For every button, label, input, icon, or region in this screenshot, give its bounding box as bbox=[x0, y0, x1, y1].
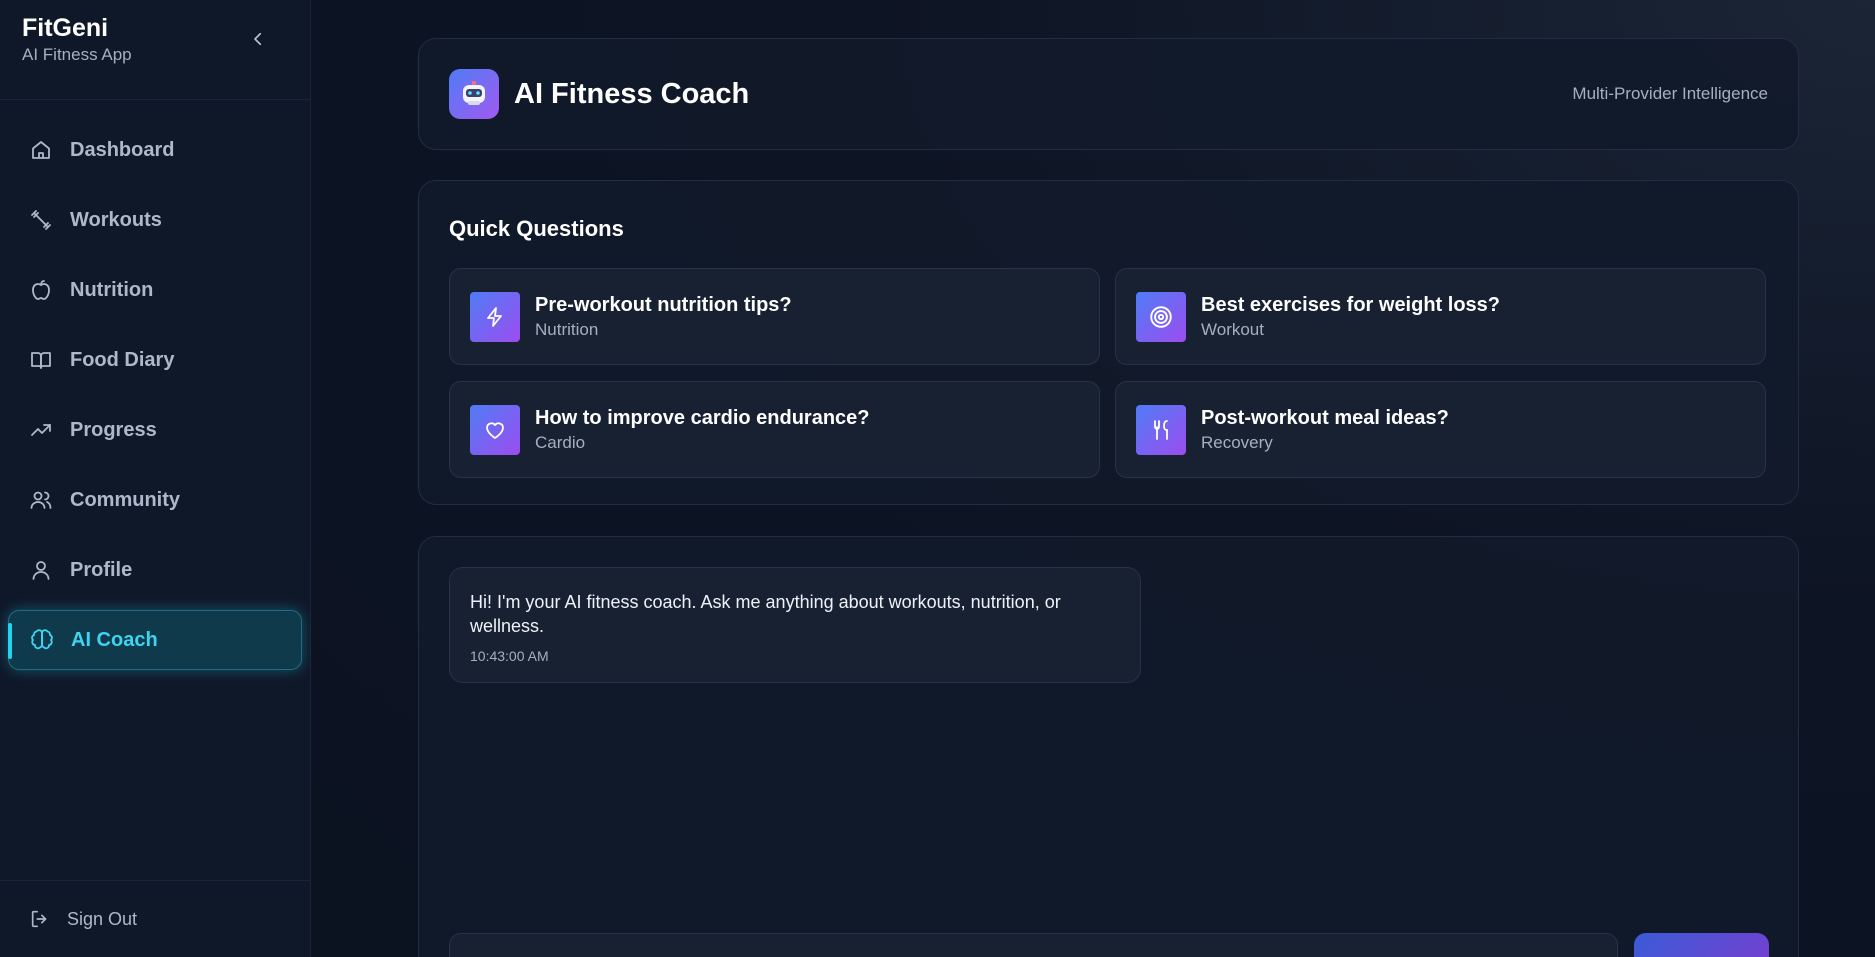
home-icon bbox=[28, 137, 54, 163]
utensils-icon bbox=[1136, 404, 1186, 455]
category-label: Nutrition bbox=[535, 320, 599, 339]
message-timestamp: 10:43:00 AM bbox=[470, 648, 549, 664]
category-label: Cardio bbox=[535, 433, 586, 452]
sidebar-item-label: AI Coach bbox=[71, 628, 158, 651]
chat-message: Hi! I'm your AI fitness coach. Ask me an… bbox=[449, 567, 1141, 683]
brand-header: FitGeni AI Fitness App bbox=[0, 0, 310, 100]
sidebar-item-nutrition[interactable]: Nutrition bbox=[8, 260, 302, 320]
question-label: Pre-workout nutrition tips? bbox=[535, 294, 792, 316]
quick-question-weight-loss[interactable]: Best exercises for weight loss? Workout bbox=[1115, 268, 1766, 365]
category-label: Recovery bbox=[1201, 433, 1273, 452]
quick-question-cardio[interactable]: How to improve cardio endurance? Cardio bbox=[449, 381, 1100, 478]
sidebar-item-label: Profile bbox=[70, 558, 133, 581]
chat-input[interactable] bbox=[449, 933, 1618, 957]
sidebar-item-label: Progress bbox=[70, 418, 157, 441]
category-label: Workout bbox=[1201, 320, 1264, 339]
main-content: AI Fitness Coach Multi-Provider Intellig… bbox=[311, 0, 1875, 957]
sidebar-item-label: Dashboard bbox=[70, 138, 175, 161]
quick-questions-panel: Quick Questions Pre-workout nutrition ti… bbox=[418, 180, 1799, 505]
sidebar-item-label: Community bbox=[70, 488, 180, 511]
send-button[interactable] bbox=[1634, 933, 1769, 957]
sidebar-item-label: Workouts bbox=[70, 208, 162, 231]
dumbbell-icon bbox=[28, 207, 54, 233]
quick-question-text: Best exercises for weight loss? Workout bbox=[1201, 293, 1500, 340]
sidebar-item-progress[interactable]: Progress bbox=[8, 400, 302, 460]
quick-question-text: Pre-workout nutrition tips? Nutrition bbox=[535, 293, 792, 340]
sidebar-item-workouts[interactable]: Workouts bbox=[8, 190, 302, 250]
sidebar-item-label: Food Diary bbox=[70, 348, 175, 371]
message-text: Hi! I'm your AI fitness coach. Ask me an… bbox=[470, 592, 1061, 636]
sign-out-button[interactable]: Sign Out bbox=[28, 907, 137, 931]
quick-questions-grid: Pre-workout nutrition tips? Nutrition Be… bbox=[449, 268, 1768, 478]
sidebar-item-label: Nutrition bbox=[70, 278, 154, 301]
quick-question-text: Post-workout meal ideas? Recovery bbox=[1201, 406, 1449, 453]
quick-question-pre-workout[interactable]: Pre-workout nutrition tips? Nutrition bbox=[449, 268, 1100, 365]
quick-questions-title: Quick Questions bbox=[449, 216, 624, 241]
quick-question-text: How to improve cardio endurance? Cardio bbox=[535, 406, 870, 453]
robot-icon bbox=[449, 69, 499, 119]
heart-icon bbox=[470, 404, 520, 455]
sidebar-item-profile[interactable]: Profile bbox=[8, 540, 302, 600]
sidebar-item-ai-coach[interactable]: AI Coach bbox=[8, 610, 302, 670]
user-icon bbox=[28, 557, 54, 583]
chat-panel: Hi! I'm your AI fitness coach. Ask me an… bbox=[418, 536, 1799, 957]
question-label: Best exercises for weight loss? bbox=[1201, 294, 1501, 316]
coach-header: AI Fitness Coach Multi-Provider Intellig… bbox=[418, 38, 1799, 150]
question-label: Post-workout meal ideas? bbox=[1201, 407, 1449, 429]
collapse-sidebar-button[interactable] bbox=[246, 27, 270, 51]
sign-out-label: Sign Out bbox=[67, 908, 138, 929]
chevron-left-icon bbox=[254, 32, 262, 46]
target-icon bbox=[1136, 291, 1186, 342]
question-label: How to improve cardio endurance? bbox=[535, 407, 870, 429]
app-root: FitGeni AI Fitness App Dashboard Workout… bbox=[0, 0, 1875, 957]
sidebar-item-community[interactable]: Community bbox=[8, 470, 302, 530]
sidebar: FitGeni AI Fitness App Dashboard Workout… bbox=[0, 0, 311, 957]
book-icon bbox=[28, 347, 54, 373]
sidebar-footer: Sign Out bbox=[0, 880, 311, 957]
lightning-icon bbox=[470, 291, 520, 342]
page-title: AI Fitness Coach bbox=[514, 77, 750, 110]
provider-label: Multi-Provider Intelligence bbox=[1572, 84, 1768, 103]
sidebar-item-food-diary[interactable]: Food Diary bbox=[8, 330, 302, 390]
log-out-icon bbox=[28, 907, 52, 931]
sidebar-item-dashboard[interactable]: Dashboard bbox=[8, 120, 302, 180]
quick-question-post-workout[interactable]: Post-workout meal ideas? Recovery bbox=[1115, 381, 1766, 478]
users-icon bbox=[28, 487, 54, 513]
apple-icon bbox=[28, 277, 54, 303]
brain-icon bbox=[29, 627, 55, 653]
trending-up-icon bbox=[28, 417, 54, 443]
sidebar-nav: Dashboard Workouts Nutrition Food Diary bbox=[0, 100, 310, 670]
